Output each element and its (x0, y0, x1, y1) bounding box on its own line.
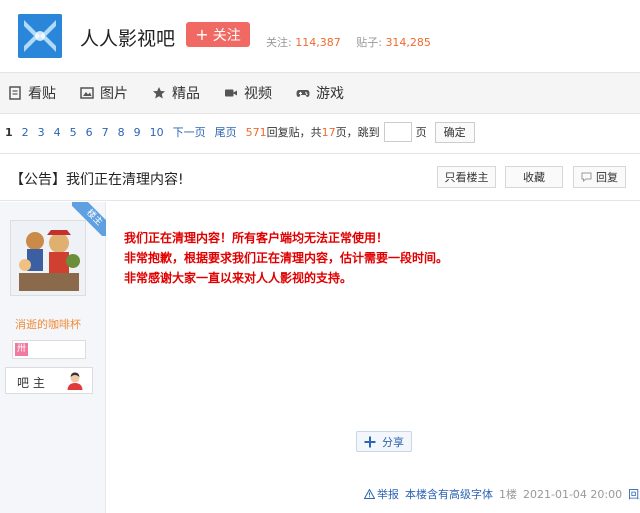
share-button[interactable]: 分享 (356, 431, 412, 452)
nav-label: 游戏 (316, 86, 344, 102)
warning-icon (364, 489, 375, 499)
page-link[interactable]: 9 (134, 126, 141, 139)
reply-label: 回复 (596, 171, 618, 184)
post-tail: 举报 本楼含有高级字体 1楼 2021-01-04 20:00 回复 (364, 486, 640, 502)
content-line: 我们正在清理内容！所有客户端均无法正常使用！ (124, 231, 389, 245)
page-link: 1 (5, 125, 13, 139)
forum-nav: 看贴 图片 精品 视频 游戏 (0, 72, 640, 114)
page-link[interactable]: 5 (70, 126, 77, 139)
plus-icon: + (195, 24, 209, 44)
report-label: 举报 (377, 488, 399, 501)
post-timestamp: 2021-01-04 20:00 (523, 487, 623, 501)
page-link[interactable]: 8 (118, 126, 125, 139)
star-icon (153, 87, 165, 99)
tail-reply-link[interactable]: 回复 (628, 486, 640, 502)
moderator-user-icon (67, 372, 83, 390)
follow-label: 关注 (212, 27, 241, 44)
page-link[interactable]: 3 (38, 126, 45, 139)
reply-count: 571 (245, 125, 267, 139)
page-link[interactable]: 4 (54, 126, 61, 139)
followers-count: 114,387 (295, 36, 341, 49)
forum-title[interactable]: 人人影视吧 (80, 24, 175, 51)
nav-item-games[interactable]: 游戏 (296, 83, 344, 103)
nav-item-images[interactable]: 图片 (80, 83, 128, 103)
post-content: 我们正在清理内容！所有客户端均无法正常使用！ 非常抱歉，根据要求我们正在清理内容… (124, 228, 624, 288)
video-camera-icon (225, 89, 237, 97)
share-label: 分享 (382, 435, 404, 449)
nav-label: 精品 (172, 86, 200, 102)
page-suffix: 页 (415, 126, 427, 139)
page-count: 17 (321, 125, 336, 139)
nav-label: 看贴 (28, 86, 56, 102)
forum-logo-icon (18, 14, 62, 58)
avatar-image (11, 221, 85, 295)
plus-share-icon (364, 436, 376, 447)
content-line: 非常抱歉，根据要求我们正在清理内容，估计需要一段时间。 (124, 251, 449, 265)
nav-label: 图片 (100, 86, 128, 102)
page-link[interactable]: 7 (102, 126, 109, 139)
floor-number: 1楼 (499, 488, 517, 501)
comment-icon (581, 172, 592, 182)
page-jump-input[interactable] (383, 122, 412, 142)
forum-logo[interactable] (18, 14, 62, 58)
reply-button[interactable]: 回复 (573, 166, 626, 188)
role-badge: 吧 主 (5, 367, 93, 394)
level-badge: 卅 (12, 340, 86, 359)
author-panel: 楼主 消逝的咖啡杯 卅 吧 主 (0, 202, 106, 513)
posts-label: 贴子: (356, 36, 382, 49)
pagination: 1 2 3 4 5 6 7 8 9 10 下一页 尾页 571 回复贴，共 17… (0, 118, 640, 146)
report-link[interactable]: 举报 (364, 486, 399, 502)
next-page-link[interactable]: 下一页 (173, 124, 206, 140)
level-icon: 卅 (15, 343, 28, 356)
reply-text: 回复贴，共 (266, 126, 322, 139)
post-title-bar: 【公告】我们正在清理内容! 只看楼主 收藏 回复 (0, 153, 640, 201)
page-jump-text: 页，跳到 (335, 126, 380, 139)
confirm-jump-button[interactable]: 确定 (434, 121, 475, 143)
gamepad-icon (296, 90, 310, 97)
follow-button[interactable]: + 关注 (186, 22, 250, 47)
avatar[interactable] (10, 220, 86, 296)
posts-count: 314,285 (385, 36, 431, 49)
forum-header: 人人影视吧 + 关注 关注: 114,387 贴子: 314,285 (0, 0, 640, 72)
nav-item-video[interactable]: 视频 (224, 83, 272, 103)
post-title: 【公告】我们正在清理内容! (10, 172, 184, 188)
page-link[interactable]: 10 (150, 126, 164, 139)
document-icon (9, 86, 21, 100)
nav-item-featured[interactable]: 精品 (152, 83, 200, 103)
forum-stats: 关注: 114,387 贴子: 314,285 (266, 34, 443, 50)
favorite-button[interactable]: 收藏 (505, 166, 563, 188)
author-name[interactable]: 消逝的咖啡杯 (0, 316, 96, 332)
last-page-link[interactable]: 尾页 (215, 124, 237, 140)
nav-item-posts[interactable]: 看贴 (8, 83, 56, 103)
font-note-link[interactable]: 本楼含有高级字体 (405, 486, 493, 502)
page-link[interactable]: 6 (86, 126, 93, 139)
followers-label: 关注: (266, 36, 292, 49)
role-label: 吧 主 (17, 376, 45, 390)
image-icon (80, 87, 94, 99)
page-link[interactable]: 2 (22, 126, 29, 139)
nav-label: 视频 (244, 86, 272, 102)
content-line: 非常感谢大家一直以来对人人影视的支持。 (124, 271, 353, 285)
only-author-button[interactable]: 只看楼主 (437, 166, 496, 188)
